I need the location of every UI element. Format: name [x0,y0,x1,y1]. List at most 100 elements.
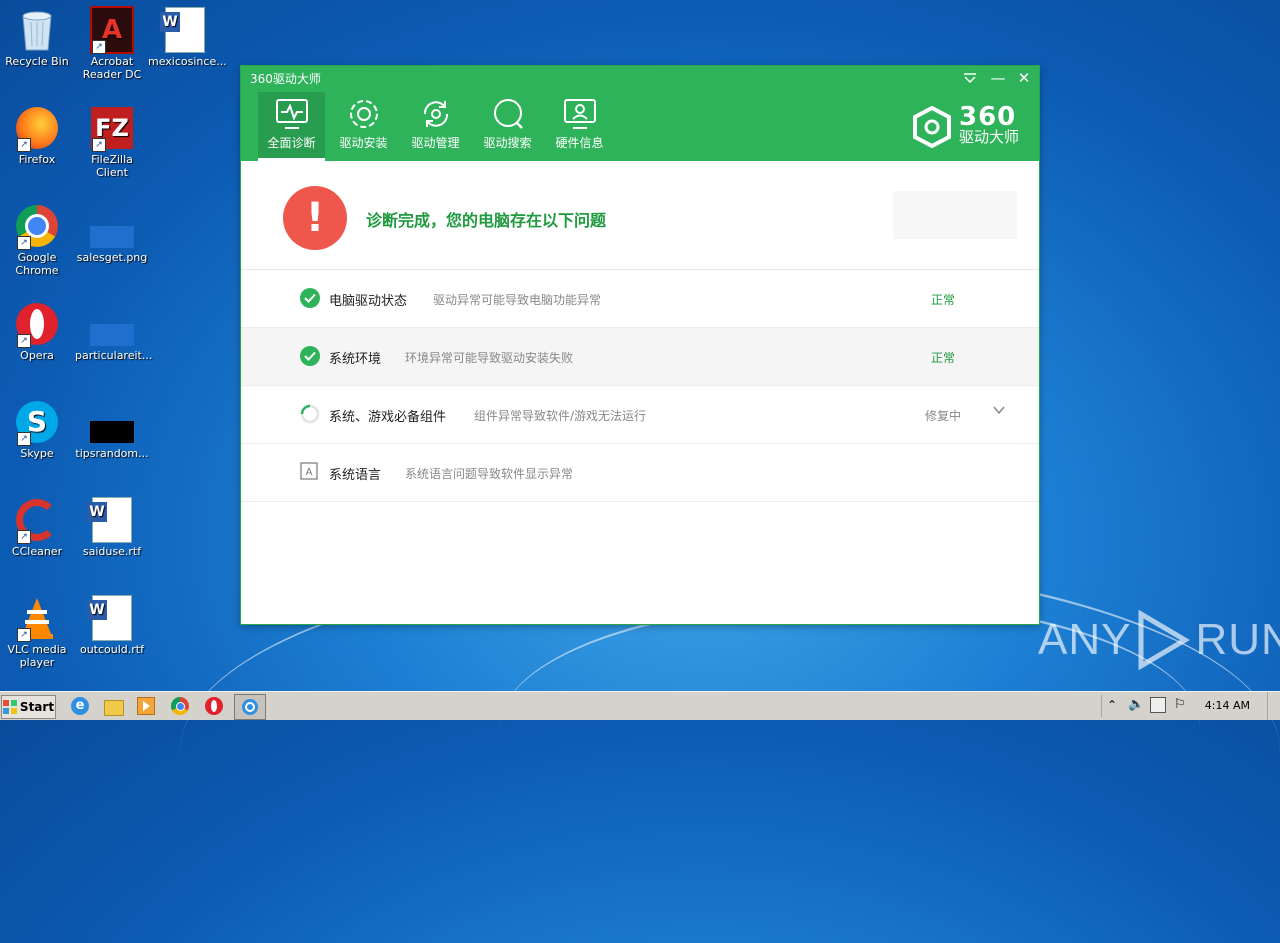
list-item: 电脑驱动状态 驱动异常可能导致电脑功能异常 正常 [241,270,1039,328]
show-hidden-icons-icon[interactable]: ⌃ [1107,698,1117,712]
item-name: 系统、游戏必备组件 [329,410,447,425]
desktop-icon-tipsrandom[interactable]: tipsrandom... [75,400,149,460]
menu-dropdown-icon[interactable] [957,68,983,88]
ie-icon[interactable]: e [71,697,89,715]
explorer-folder-icon[interactable] [104,697,124,716]
tab-label: 驱动安装 [339,136,388,150]
action-center-flag-icon[interactable]: ⚐ [1174,697,1186,712]
network-icon[interactable] [1150,697,1166,713]
word-doc-icon: W [87,595,134,641]
desktop-icon-acrobat[interactable]: A ↗ Acrobat Reader DC [75,6,149,81]
image-file-icon [90,204,134,248]
desktop-icon-recycle-bin[interactable]: Recycle Bin [0,8,74,68]
monitor-pulse-icon [275,99,308,129]
desktop-icon-label: saiduse.rtf [82,545,142,558]
word-doc-icon: W [160,7,207,53]
shortcut-arrow-icon: ↗ [17,628,31,642]
black-file-icon [90,400,134,444]
item-description: 环境异常可能导致驱动安装失败 [405,351,574,365]
list-item: A 系统语言 系统语言问题导致软件显示异常 [241,444,1039,502]
clock[interactable]: 4:14 AM [1205,699,1250,712]
tab-driver-install[interactable]: 驱动安装 [330,92,397,161]
recycle-bin-icon [15,8,59,52]
anyrun-watermark: ANY RUN [1038,610,1280,670]
start-button[interactable]: Start [1,695,56,719]
desktop-icon-particulareit[interactable]: particulareit... [75,302,153,362]
brand-number: 360 [958,102,1017,132]
desktop-icon-mexicosince[interactable]: W mexicosince... [148,7,227,68]
brand-logo: 360 驱动大师 [911,102,1019,148]
speaker-icon[interactable]: 🔈 [1128,697,1144,712]
check-circle-icon [300,288,320,308]
ccleaner-icon: ↗ [15,498,59,544]
item-description: 驱动异常可能导致电脑功能异常 [433,293,602,307]
alert-icon: ! [283,186,347,250]
status-badge: 修复中 [924,409,961,423]
svg-text:A: A [306,467,313,478]
tab-driver-search[interactable]: 驱动搜索 [474,92,541,161]
shortcut-arrow-icon: ↗ [92,138,106,152]
app-window: 360驱动大师 — ✕ 全面诊断 驱动安装 驱动管理 驱动搜索 硬件信息 360… [241,66,1039,624]
shortcut-arrow-icon: ↗ [17,432,31,446]
tab-label: 硬件信息 [555,136,604,150]
desktop-icon-label: outcould.rtf [79,643,144,656]
desktop-icon-salesget[interactable]: salesget.png [75,204,149,264]
refresh-gear-icon [423,101,448,127]
watermark-right: RUN [1195,615,1280,664]
window-header: 360驱动大师 — ✕ 全面诊断 驱动安装 驱动管理 驱动搜索 硬件信息 360… [241,66,1039,161]
tab-full-diagnosis[interactable]: 全面诊断 [258,92,325,161]
list-item[interactable]: 系统、游戏必备组件 组件异常导致软件/游戏无法运行 修复中 [241,386,1039,444]
image-file-icon [90,302,134,346]
hardware-monitor-icon [563,99,596,129]
desktop-icon-label: Opera [20,349,54,362]
desktop-icon-label: Firefox [18,153,56,166]
tab-label: 全面诊断 [267,136,316,150]
status-badge: 正常 [930,293,955,307]
chrome-taskbar-icon[interactable] [171,697,189,715]
chrome-icon: ↗ [15,204,59,250]
desktop-icon-label: VLC media player [7,643,67,669]
opera-icon: ↗ [15,302,59,348]
word-doc-icon: W [87,497,134,543]
desktop-icon-outcould[interactable]: W outcould.rtf [75,595,149,656]
desktop-icon-label: Recycle Bin [5,55,69,68]
360-taskbar-icon [242,699,258,715]
start-label: Start [19,700,55,714]
system-tray: ⌃ 🔈 ⚐ 4:14 AM [1101,692,1280,720]
desktop-icon-label: mexicosince... [148,55,227,68]
desktop-icon-saiduse[interactable]: W saiduse.rtf [75,497,149,558]
tab-label: 驱动搜索 [483,136,532,150]
desktop-icon-skype[interactable]: S ↗ Skype [0,400,74,460]
item-description: 系统语言问题导致软件显示异常 [405,467,574,481]
shortcut-arrow-icon: ↗ [17,138,31,152]
minimize-icon[interactable]: — [985,68,1011,88]
vlc-icon: ↗ [15,596,59,642]
diagnosis-title: 诊断完成，您的电脑存在以下问题 [366,211,607,230]
tab-driver-manage[interactable]: 驱动管理 [402,92,469,161]
opera-taskbar-icon[interactable] [205,697,223,715]
show-desktop-button[interactable] [1267,692,1280,720]
taskbar: Start e ⌃ 🔈 ⚐ 4:14 AM [0,691,1280,720]
desktop-icon-opera[interactable]: ↗ Opera [0,302,74,362]
gear-icon [349,100,378,128]
desktop-icon-ccleaner[interactable]: ↗ CCleaner [0,498,74,558]
search-icon [493,99,523,129]
main-tabs: 全面诊断 驱动安装 驱动管理 驱动搜索 硬件信息 [258,92,618,161]
desktop-icon-vlc[interactable]: ↗ VLC media player [0,596,74,669]
desktop-icon-label: CCleaner [11,545,63,558]
tab-hardware-info[interactable]: 硬件信息 [546,92,613,161]
chevron-down-icon[interactable] [993,405,1005,415]
media-player-icon[interactable] [137,697,155,715]
desktop-icon-label: salesget.png [76,251,148,264]
desktop-icon-label: particulareit... [75,349,153,362]
taskbar-360-app-button[interactable] [234,694,266,720]
close-icon[interactable]: ✕ [1011,68,1037,88]
windows-logo-icon [2,700,17,714]
action-placeholder [893,191,1017,239]
language-icon: A [300,462,320,482]
skype-icon: S ↗ [15,400,59,446]
item-name: 电脑驱动状态 [329,294,408,309]
desktop-icon-firefox[interactable]: ↗ Firefox [0,106,74,166]
desktop-icon-filezilla[interactable]: FZ ↗ FileZilla Client [75,106,149,179]
desktop-icon-chrome[interactable]: ↗ Google Chrome [0,204,74,277]
